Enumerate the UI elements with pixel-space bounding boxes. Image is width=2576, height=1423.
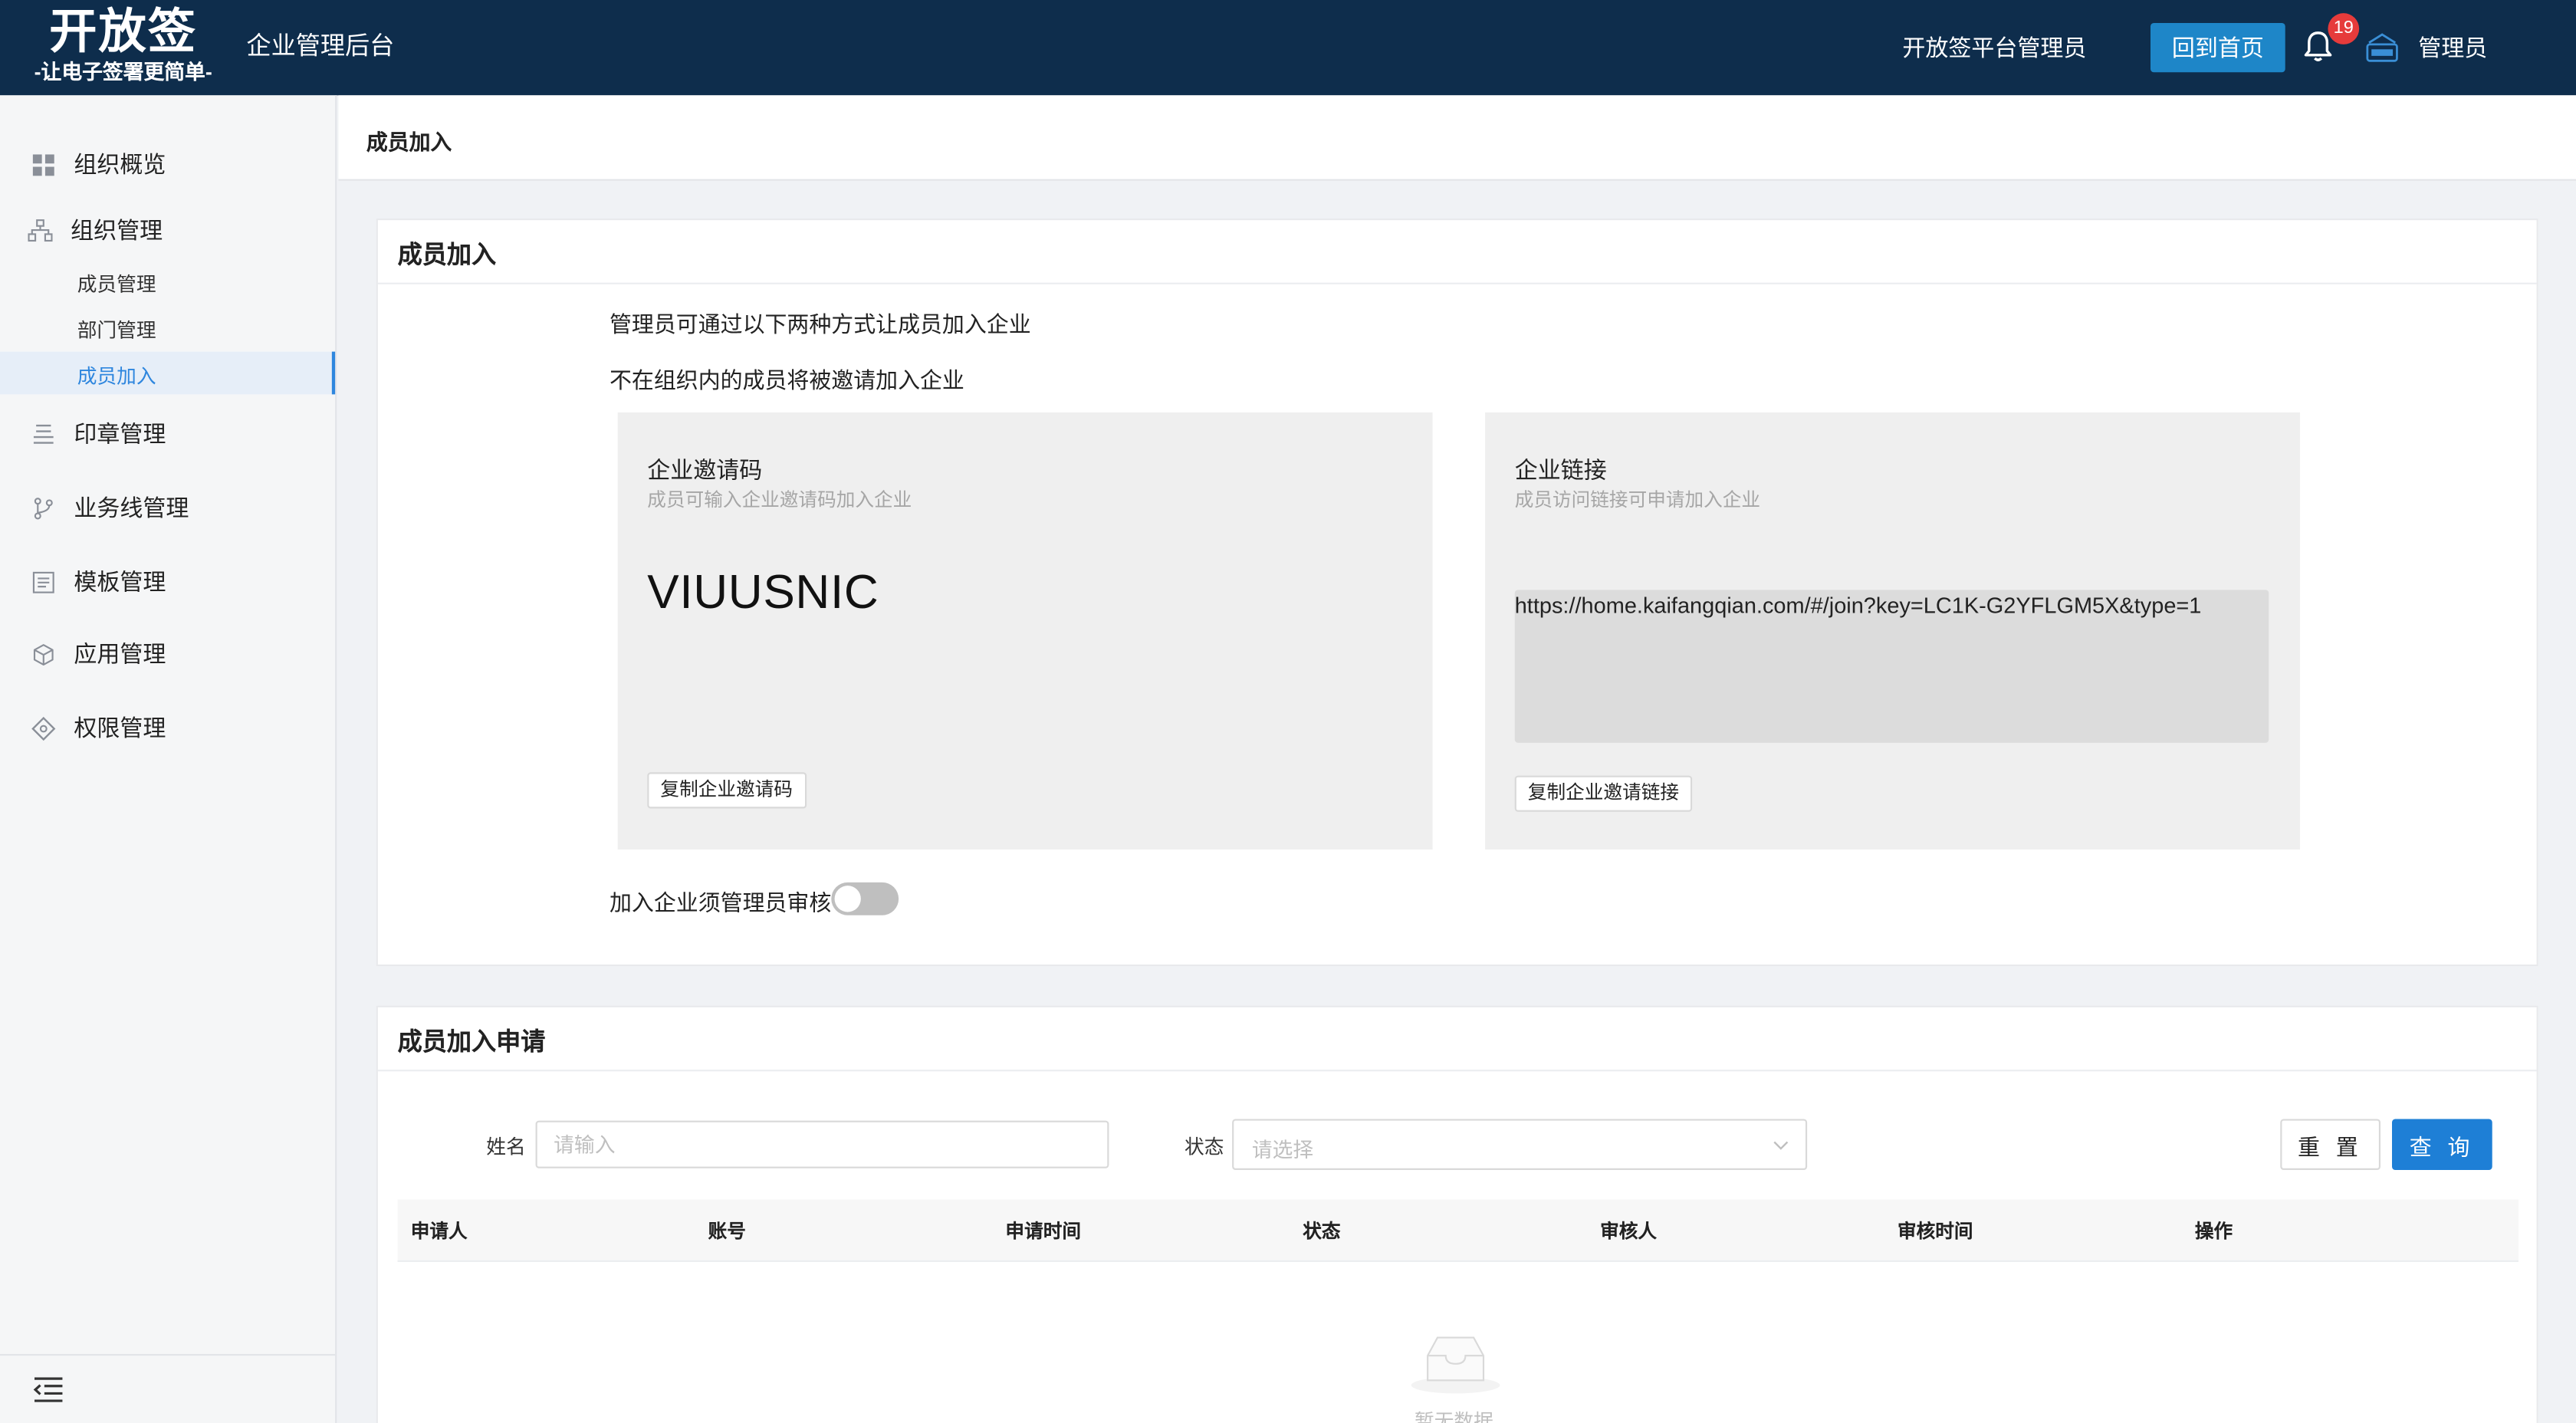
permission-icon [31, 715, 56, 741]
name-filter-label: 姓名 [486, 1135, 526, 1158]
column-apply-time: 申请时间 [1005, 1222, 1081, 1243]
invite-code-title: 企业邀请码 [647, 456, 763, 484]
sidebar-subitem-label: 成员加入 [77, 364, 156, 388]
home-button[interactable]: 回到首页 [2150, 23, 2285, 73]
sidebar-subitem-department-management[interactable]: 部门管理 [0, 306, 335, 349]
status-filter-select[interactable]: 请选择 [1232, 1119, 1808, 1170]
name-filter-input[interactable] [535, 1120, 1109, 1168]
sidebar-item-org-management[interactable]: 组织管理 [0, 205, 335, 255]
stamp-icon [33, 423, 54, 443]
breadcrumb-current: 成员加入 [366, 130, 452, 155]
invite-link-box[interactable]: https://home.kaifangqian.com/#/join?key=… [1514, 590, 2269, 743]
sidebar-footer [0, 1353, 336, 1423]
sidebar-item-label: 组织管理 [71, 216, 163, 244]
sidebar-subitem-member-join[interactable]: 成员加入 [0, 351, 336, 395]
sidebar-item-label: 印章管理 [74, 420, 166, 447]
column-status: 状态 [1303, 1222, 1341, 1243]
branch-icon [34, 497, 53, 519]
top-header: 开放签 -让电子签署更简单- 企业管理后台 开放签平台管理员 回到首页 19 管… [0, 0, 2576, 96]
sidebar-item-org-overview[interactable]: 组织概览 [0, 140, 335, 189]
reset-button[interactable]: 重 置 [2280, 1119, 2380, 1170]
grid-icon [32, 153, 54, 176]
column-actions: 操作 [2194, 1222, 2233, 1243]
logo-title: 开放签 [49, 6, 198, 60]
table-header: 申请人 账号 申请时间 状态 审核人 审核时间 操作 [397, 1199, 2519, 1262]
sidebar-item-permission-management[interactable]: 权限管理 [0, 703, 335, 752]
status-filter-label: 状态 [1184, 1135, 1224, 1158]
column-reviewer: 审核人 [1600, 1222, 1658, 1243]
card-title: 成员加入申请 [397, 1028, 546, 1057]
invite-link-title: 企业链接 [1514, 456, 1607, 484]
invite-link-panel: 企业链接 成员访问链接可申请加入企业 https://home.kaifangq… [1485, 412, 2300, 850]
empty-inbox-icon [1411, 1336, 1500, 1394]
join-requests-card: 成员加入申请 姓名 状态 请选择 重 置 查 询 申请人 账号 申请时间 状态 … [376, 1005, 2538, 1423]
join-description-1: 管理员可通过以下两种方式让成员加入企业 [610, 312, 1031, 337]
sidebar-item-label: 应用管理 [74, 640, 166, 668]
menu-fold-icon[interactable] [33, 1375, 64, 1403]
org-tree-icon [28, 219, 53, 241]
sidebar-item-template-management[interactable]: 模板管理 [0, 557, 335, 606]
toggle-knob [834, 886, 861, 912]
open-avatar-icon[interactable] [2362, 30, 2401, 66]
invite-link-text: https://home.kaifangqian.com/#/join?key=… [1514, 593, 2202, 618]
card-header: 成员加入 [377, 220, 2537, 284]
column-account: 账号 [708, 1222, 746, 1243]
join-description-2: 不在组织内的成员将被邀请加入企业 [610, 368, 964, 393]
invite-code-value: VIUUSNIC [647, 567, 879, 619]
invite-code-subtitle: 成员可输入企业邀请码加入企业 [647, 491, 912, 511]
app-title: 企业管理后台 [246, 32, 395, 61]
sidebar-item-label: 组织概览 [74, 151, 166, 178]
card-title: 成员加入 [397, 242, 497, 270]
logo[interactable]: 开放签 -让电子签署更简单- [23, 5, 223, 85]
column-review-time: 审核时间 [1898, 1222, 1973, 1243]
logo-slogan: -让电子签署更简单- [34, 61, 212, 84]
approval-toggle[interactable] [831, 882, 899, 915]
sidebar-item-business-line[interactable]: 业务线管理 [0, 483, 335, 532]
invite-code-panel: 企业邀请码 成员可输入企业邀请码加入企业 VIUUSNIC 复制企业邀请码 [617, 412, 1433, 850]
empty-text: 暂无数据 [1414, 1409, 1493, 1423]
cube-icon [33, 643, 54, 665]
sidebar-item-label: 业务线管理 [74, 495, 189, 521]
sidebar-item-seal-management[interactable]: 印章管理 [0, 409, 335, 458]
approval-label: 加入企业须管理员审核 [610, 890, 832, 915]
chevron-down-icon [1773, 1141, 1789, 1150]
card-header: 成员加入申请 [377, 1007, 2537, 1072]
sidebar-subitem-label: 部门管理 [77, 318, 156, 342]
template-icon [32, 570, 54, 593]
invite-link-subtitle: 成员访问链接可申请加入企业 [1514, 491, 1761, 511]
platform-admin-link[interactable]: 开放签平台管理员 [1902, 31, 2086, 64]
sidebar-item-label: 权限管理 [74, 715, 166, 741]
sidebar-item-label: 模板管理 [74, 568, 166, 595]
copy-invite-code-button[interactable]: 复制企业邀请码 [647, 772, 807, 809]
sidebar: 组织概览 组织管理 成员管理 部门管理 成员加入 印章管理 业务线管理 模板管理… [0, 95, 337, 1423]
user-name[interactable]: 管理员 [2418, 31, 2487, 64]
query-button[interactable]: 查 询 [2392, 1119, 2492, 1170]
column-applicant: 申请人 [410, 1222, 468, 1243]
member-join-card: 成员加入 管理员可通过以下两种方式让成员加入企业 不在组织内的成员将被邀请加入企… [376, 219, 2538, 967]
breadcrumb: 成员加入 [338, 95, 2576, 181]
copy-invite-link-button[interactable]: 复制企业邀请链接 [1514, 775, 1693, 812]
sidebar-subitem-label: 成员管理 [77, 272, 156, 296]
status-select-placeholder: 请选择 [1251, 1139, 1314, 1162]
sidebar-subitem-member-management[interactable]: 成员管理 [0, 260, 335, 303]
sidebar-item-app-management[interactable]: 应用管理 [0, 629, 335, 679]
notification-badge: 19 [2328, 13, 2360, 44]
